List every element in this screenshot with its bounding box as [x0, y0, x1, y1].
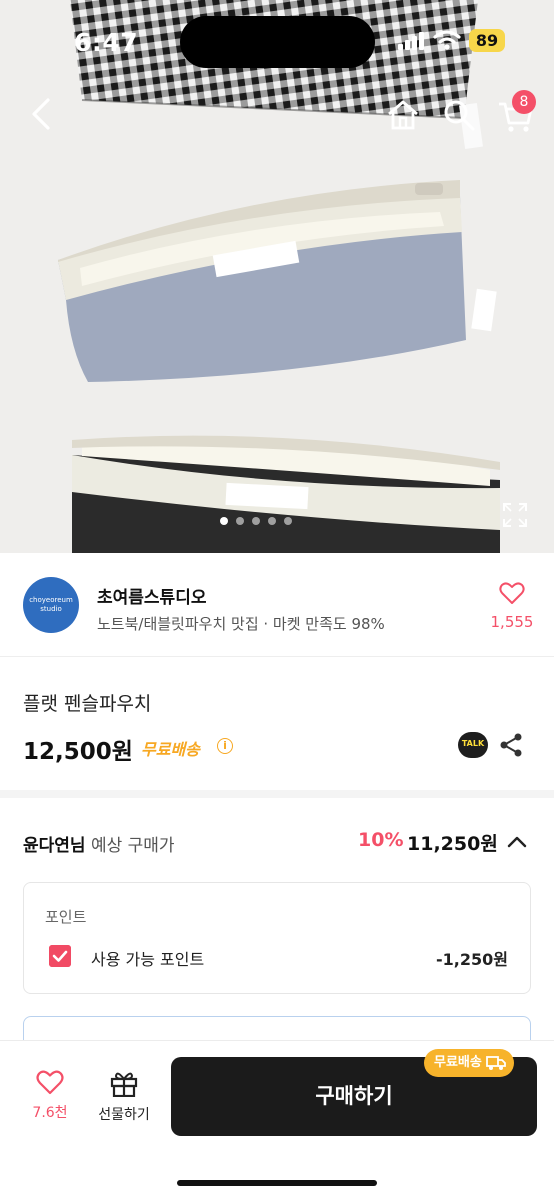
expected-price-label: 윤다연님 예상 구매가 — [23, 831, 175, 856]
gift-icon — [110, 1072, 138, 1098]
info-icon[interactable]: i — [217, 738, 233, 754]
heart-outline-icon — [499, 582, 525, 604]
product-photo — [0, 0, 554, 553]
expand-fullscreen-icon[interactable] — [500, 500, 530, 530]
free-shipping-tag-label: 무료배송 — [434, 1055, 482, 1070]
shop-avatar[interactable]: choyeoreum studio — [23, 577, 79, 633]
gallery-dot — [220, 517, 228, 525]
dynamic-island — [180, 16, 375, 68]
share-icon[interactable] — [498, 732, 524, 758]
expected-price-row[interactable]: 윤다연님 예상 구매가 10% 11,250원 — [0, 806, 554, 876]
user-name: 윤다연님 — [23, 836, 86, 856]
home-indicator — [177, 1180, 377, 1186]
gallery-page-dots — [220, 517, 292, 525]
product-summary: 플랫 펜슬파우치 12,500원 무료배송 i TALK — [0, 658, 554, 798]
bottom-action-bar: 7.6천 선물하기 구매하기 무료배송 — [0, 1040, 554, 1200]
available-points-label: 사용 가능 포인트 — [91, 950, 205, 969]
shop-avatar-text-line1: choyeoreum — [29, 596, 73, 604]
expected-price-caption: 예상 구매가 — [90, 836, 175, 856]
truck-icon — [485, 1056, 506, 1070]
heart-outline-icon — [36, 1070, 64, 1095]
search-icon[interactable] — [440, 96, 478, 134]
cart-count-badge: 8 — [512, 90, 536, 114]
kakao-talk-icon[interactable]: TALK — [458, 732, 488, 758]
gift-label: 선물하기 — [98, 1107, 150, 1123]
gallery-dot — [252, 517, 260, 525]
chevron-up-icon[interactable] — [506, 832, 528, 852]
gallery-dot — [284, 517, 292, 525]
points-section-label: 포인트 — [45, 908, 87, 926]
battery-indicator: 89 — [469, 29, 505, 52]
points-checkbox[interactable] — [49, 945, 71, 967]
shop-avatar-text-line2: studio — [40, 605, 62, 613]
free-shipping-label: 무료배송 — [141, 740, 200, 759]
status-time: 6:47 — [74, 28, 139, 57]
home-icon[interactable] — [384, 96, 422, 134]
discount-rate: 10% — [358, 829, 404, 851]
shop-description: 노트북/태블릿파우치 맛집 · 마켓 만족도 98% — [97, 615, 385, 633]
expected-price-value: 11,250원 — [407, 833, 498, 855]
back-arrow-icon[interactable] — [22, 92, 62, 136]
product-title: 플랫 펜슬파우치 — [23, 693, 152, 715]
gift-button[interactable]: 선물하기 — [92, 1069, 156, 1124]
cellular-signal-icon — [398, 32, 424, 50]
shop-info-row[interactable]: choyeoreum studio 초여름스튜디오 노트북/태블릿파우치 맛집 … — [0, 553, 554, 657]
status-bar: 6:47 89 — [0, 0, 554, 80]
shop-favorite-button[interactable]: 1,555 — [488, 581, 536, 631]
wifi-icon — [433, 30, 461, 50]
available-points-value: -1,250원 — [436, 950, 508, 969]
gallery-dot — [268, 517, 276, 525]
points-box: 포인트 사용 가능 포인트 -1,250원 — [23, 882, 531, 994]
shop-favorite-count: 1,555 — [490, 613, 534, 631]
like-button[interactable]: 7.6천 — [22, 1069, 78, 1122]
gallery-dot — [236, 517, 244, 525]
product-price: 12,500원 — [23, 739, 133, 765]
shop-name[interactable]: 초여름스튜디오 — [97, 583, 206, 608]
like-count: 7.6천 — [32, 1105, 68, 1121]
free-shipping-tag: 무료배송 — [424, 1049, 514, 1077]
product-image-gallery[interactable]: 6:47 89 8 — [0, 0, 554, 553]
